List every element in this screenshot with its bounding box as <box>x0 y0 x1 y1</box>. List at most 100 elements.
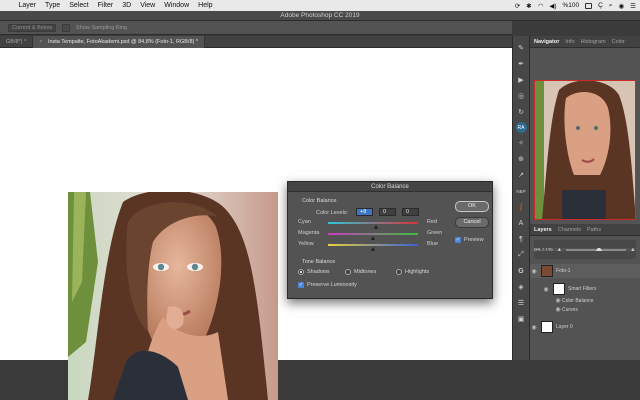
layer-row[interactable]: ◉ Layer 0 <box>530 320 640 334</box>
fx-icon[interactable]: ☰ <box>515 297 527 309</box>
select-icon[interactable]: ⤢ <box>515 249 527 261</box>
layer-row[interactable]: ◉ Foto-1 <box>530 264 640 278</box>
radio-dot <box>345 269 351 275</box>
layers-panel: Layers Channels Paths ◉ Foto-1 ◉ Smart F… <box>530 224 640 360</box>
sync-icon[interactable]: ⟳ <box>515 2 520 10</box>
sample-select[interactable]: Current & Below <box>8 23 57 32</box>
tab-channels[interactable]: Channels <box>558 227 581 233</box>
color-levels-label: Color Levels: <box>316 210 349 216</box>
sampling-ring-checkbox[interactable] <box>62 23 71 32</box>
layers-tabs: Layers Channels Paths <box>530 224 640 236</box>
layers-icon[interactable]: ◈ <box>515 281 527 293</box>
notification-icon[interactable]: ☰ <box>630 2 636 10</box>
visibility-eye-icon[interactable]: ◉ <box>542 286 550 293</box>
menu-bar: Layer Type Select Filter 3D View Window … <box>0 0 640 11</box>
nbp-icon[interactable]: NBP <box>515 185 527 197</box>
menu-layer[interactable]: Layer <box>14 2 41 9</box>
slider-right-label: Red <box>427 219 438 225</box>
layer-filter-bar[interactable] <box>534 240 636 248</box>
visibility-eye-icon[interactable]: ◉ <box>554 306 562 313</box>
level-yellow-blue-field[interactable]: 0 <box>402 208 419 216</box>
color-slider-track[interactable] <box>328 244 418 246</box>
spot-icon[interactable]: ▣ <box>515 313 527 325</box>
g-icon[interactable]: G <box>515 265 527 277</box>
cancel-button[interactable]: Cancel <box>455 217 489 228</box>
tab-color[interactable]: Color <box>612 39 625 45</box>
filter-row[interactable]: ◉ Curves <box>530 305 640 314</box>
menu-view[interactable]: View <box>136 2 160 9</box>
menu-filter[interactable]: Filter <box>93 2 118 9</box>
slider-thumb[interactable] <box>370 247 375 251</box>
paragraph-icon[interactable]: ¶ <box>515 233 527 245</box>
type-icon[interactable]: A <box>515 217 527 229</box>
tab-layers[interactable]: Layers <box>534 227 552 233</box>
slider-thumb[interactable] <box>374 225 379 229</box>
menu-select[interactable]: Select <box>65 2 93 9</box>
highlights-radio[interactable]: Highlights <box>396 269 429 275</box>
target-icon[interactable]: ◎ <box>515 90 527 102</box>
visibility-eye-icon[interactable]: ◉ <box>530 268 538 275</box>
menu-3d[interactable]: 3D <box>118 2 136 9</box>
close-icon[interactable]: × <box>39 39 42 45</box>
preview-checkbox[interactable]: ✓ Preview <box>455 237 484 243</box>
document-tabs: GB/8*) * × Insta Tempalte, FotoAkademi.p… <box>0 36 512 48</box>
curve-icon[interactable]: ʃ <box>515 201 527 213</box>
color-slider-track[interactable] <box>328 233 418 235</box>
feather-icon[interactable]: ↗ <box>515 169 527 181</box>
visibility-eye-icon[interactable]: ◉ <box>530 324 538 331</box>
blend-mode-bar[interactable] <box>534 251 636 259</box>
visibility-eye-icon[interactable]: ◉ <box>554 297 562 304</box>
zoom-icon[interactable]: ⊕ <box>515 153 527 165</box>
sampling-ring-label: Show Sampling Ring <box>76 24 128 31</box>
search-icon[interactable]: ⌕ <box>609 2 613 10</box>
filter-name: Curves <box>562 306 578 313</box>
tab-histogram[interactable]: Histogram <box>581 39 606 45</box>
filter-row[interactable]: ◉ Color Balance <box>530 296 640 305</box>
radio-label: Shadows <box>307 269 330 275</box>
radio-dot <box>396 269 402 275</box>
slider-thumb[interactable] <box>370 236 375 240</box>
level-magenta-green-field[interactable]: 0 <box>379 208 396 216</box>
siri-icon[interactable]: ◉ <box>619 2 625 10</box>
shadows-radio[interactable]: Shadows <box>298 269 330 275</box>
options-bar: Current & Below Show Sampling Ring <box>0 21 512 35</box>
play-icon[interactable]: ▶ <box>515 74 527 86</box>
ok-button[interactable]: OK <box>455 201 489 212</box>
tab-label: Insta Tempalte, FotoAkademi.psd @ 84,8% … <box>47 39 199 45</box>
ra-plugin-icon[interactable]: RA <box>515 122 527 133</box>
tab-previous-doc[interactable]: GB/8*) * <box>0 36 34 48</box>
slider-right-label: Blue <box>427 241 439 247</box>
menu-type[interactable]: Type <box>41 2 65 9</box>
navigator-thumbnail[interactable] <box>534 80 636 220</box>
menu-help[interactable]: Help <box>194 2 217 9</box>
tab-paths[interactable]: Paths <box>587 227 601 233</box>
app-title: Adobe Photoshop CC 2019 <box>0 11 640 21</box>
level-cyan-red-field[interactable]: +8 <box>356 208 373 216</box>
navigator-tabs: Navigator Info Histogram Color <box>530 36 640 48</box>
clock-partial: Ç <box>598 2 603 9</box>
menu-window[interactable]: Window <box>160 2 194 9</box>
color-balance-dialog: Color Balance Color Balance Color Levels… <box>287 181 493 299</box>
layer-thumbnail <box>541 265 553 277</box>
volume-icon[interactable]: ◀) <box>549 2 556 10</box>
wand-icon[interactable]: ✧ <box>515 137 527 149</box>
check-icon: ✓ <box>455 237 461 243</box>
pen-icon[interactable]: ✒ <box>515 58 527 70</box>
refresh-icon[interactable]: ↻ <box>515 106 527 118</box>
radio-dot <box>298 269 304 275</box>
bluetooth-icon[interactable]: ✱ <box>526 2 531 10</box>
smart-filter-mask-thumbnail <box>553 283 565 295</box>
wifi-icon[interactable]: ◠ <box>538 2 544 10</box>
tab-navigator[interactable]: Navigator <box>534 39 559 45</box>
layer-row[interactable]: ◉ Smart Filters <box>530 282 640 296</box>
tab-insta-template[interactable]: × Insta Tempalte, FotoAkademi.psd @ 84,8… <box>33 36 206 48</box>
color-balance-group-title: Color Balance <box>302 198 337 204</box>
slider-left-label: Cyan <box>298 219 311 225</box>
portrait-image <box>68 192 278 400</box>
brush-icon[interactable]: ✎ <box>515 42 527 54</box>
layer-name: Layer 0 <box>556 324 573 330</box>
midtones-radio[interactable]: Midtones <box>345 269 376 275</box>
preserve-luminosity-checkbox[interactable]: ✓ Preserve Luminosity <box>298 282 357 288</box>
color-slider-track[interactable] <box>328 222 418 224</box>
tab-info[interactable]: Info <box>565 39 574 45</box>
